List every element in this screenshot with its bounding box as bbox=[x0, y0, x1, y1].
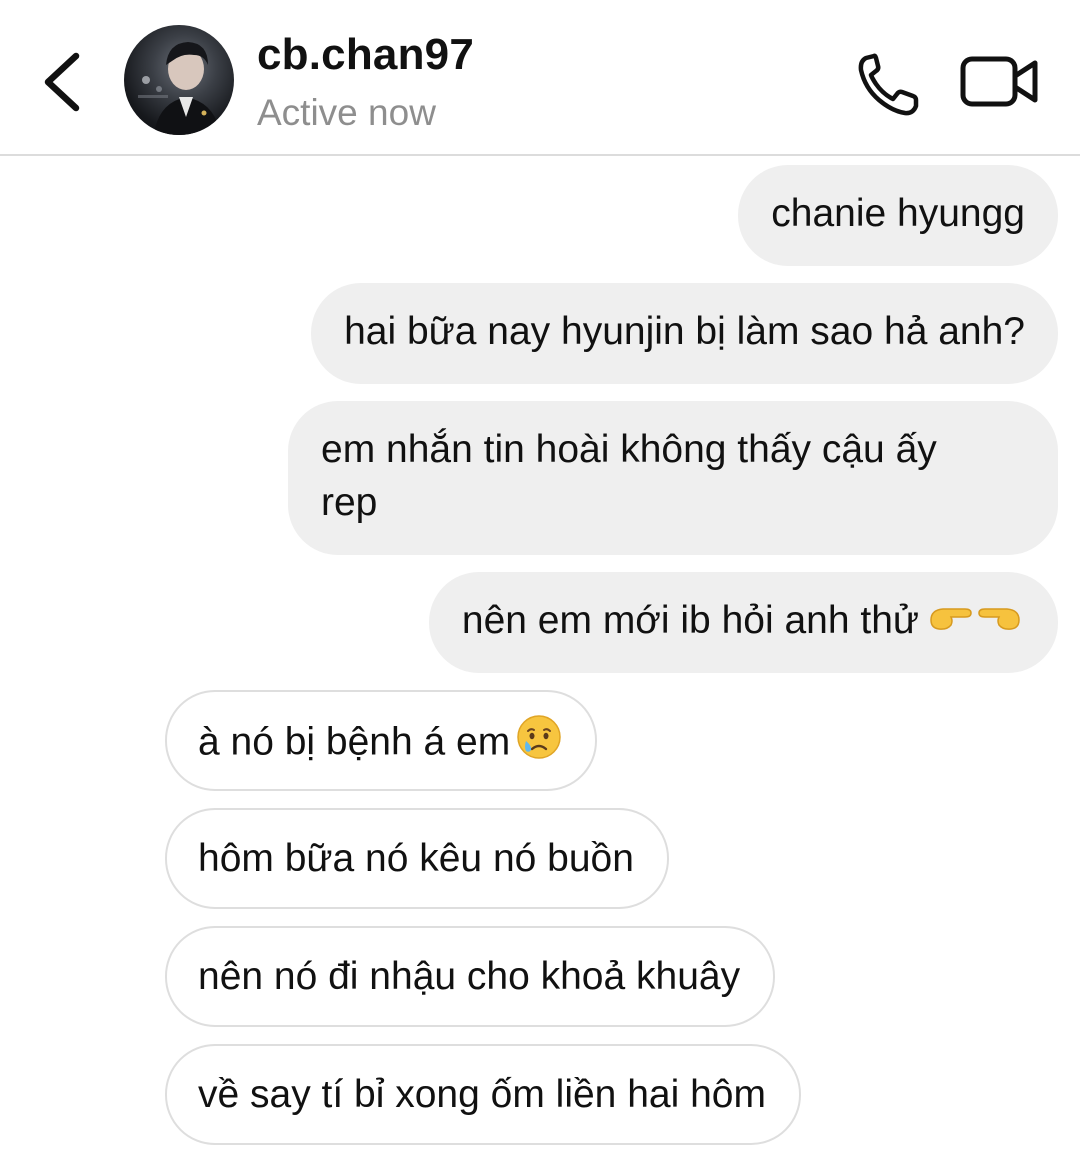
avatar-photo bbox=[138, 42, 220, 135]
message-bubble-sent[interactable]: em nhắn tin hoài không thấy cậu ấy rep bbox=[288, 401, 1058, 555]
crying-face-emoji bbox=[516, 714, 562, 774]
chevron-left-icon bbox=[44, 52, 80, 112]
username[interactable]: cb.chan97 bbox=[257, 30, 474, 80]
video-camera-icon bbox=[960, 56, 1038, 107]
message-bubble-received[interactable]: hôm bữa nó kêu nó buồn bbox=[165, 808, 669, 909]
video-call-button[interactable] bbox=[958, 52, 1042, 112]
message-text-line: rep bbox=[321, 481, 378, 524]
message-text: à nó bị bệnh á em bbox=[198, 720, 511, 764]
message-bubble-sent[interactable]: chanie hyungg bbox=[738, 165, 1058, 266]
message-bubble-received[interactable]: à nó bị bệnh á em bbox=[165, 690, 598, 791]
pointing-fingers-emoji bbox=[925, 596, 1025, 650]
message-text: về say tí bỉ xong ốm liền hai hôm bbox=[198, 1073, 766, 1116]
message-bubble-received[interactable]: về say tí bỉ xong ốm liền hai hôm bbox=[165, 1044, 801, 1145]
message-text: nên nó đi nhậu cho khoả khuây bbox=[198, 955, 741, 998]
phone-icon bbox=[858, 53, 919, 116]
message-text: hôm bữa nó kêu nó buồn bbox=[198, 837, 634, 880]
message-bubble-received[interactable]: nên nó đi nhậu cho khoả khuây bbox=[165, 926, 776, 1027]
voice-call-button[interactable] bbox=[852, 48, 924, 120]
message-text-line: em nhắn tin hoài không thấy cậu ấy bbox=[321, 428, 937, 471]
avatar[interactable] bbox=[124, 25, 234, 135]
message-bubble-sent[interactable]: hai bữa nay hyunjin bị làm sao hả anh? bbox=[311, 283, 1058, 384]
message-text: chanie hyungg bbox=[771, 192, 1025, 235]
message-text: nên em mới ib hỏi anh thử bbox=[461, 599, 919, 642]
message-bubble-sent[interactable]: nên em mới ib hỏi anh thử bbox=[428, 572, 1058, 673]
back-button[interactable] bbox=[34, 46, 94, 116]
message-text: hai bữa nay hyunjin bị làm sao hả anh? bbox=[344, 310, 1025, 353]
active-status: Active now bbox=[257, 92, 436, 133]
chat-header: cb.chan97 Active now bbox=[0, 0, 1080, 156]
